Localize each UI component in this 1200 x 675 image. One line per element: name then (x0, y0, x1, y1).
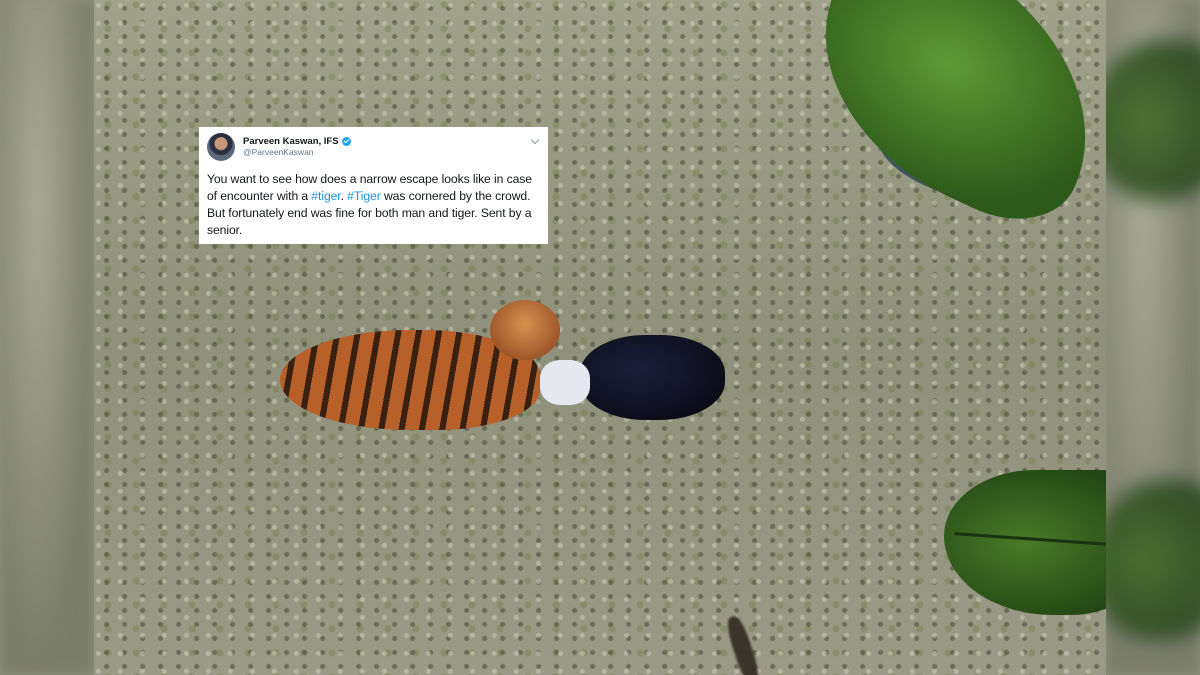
tweet-header: Parveen Kaswan, IFS @ParveenKaswan (207, 133, 540, 163)
blurred-left-border (0, 0, 94, 675)
blurred-right-border (1090, 0, 1200, 675)
tweet-text: You want to see how does a narrow escape… (207, 171, 540, 239)
blurred-leaf (1090, 40, 1200, 200)
man (540, 330, 730, 425)
avatar[interactable] (207, 133, 235, 161)
man-body (580, 335, 725, 420)
verified-icon (341, 137, 351, 146)
hashtag-tiger-capital[interactable]: #Tiger (347, 189, 381, 203)
tiger (280, 300, 570, 440)
tweet-author: Parveen Kaswan, IFS @ParveenKaswan (243, 136, 351, 158)
video-frame (94, 0, 1106, 675)
hashtag-tiger[interactable]: #tiger (311, 189, 340, 203)
blurred-leaf (1090, 480, 1200, 640)
handle[interactable]: @ParveenKaswan (243, 147, 351, 158)
stick (723, 613, 763, 675)
display-name[interactable]: Parveen Kaswan, IFS (243, 136, 339, 147)
chevron-down-icon[interactable] (530, 135, 540, 145)
tweet-card[interactable]: Parveen Kaswan, IFS @ParveenKaswan You w… (199, 127, 548, 244)
display-name-row: Parveen Kaswan, IFS (243, 136, 351, 147)
man-shirt (540, 360, 590, 405)
leaf-top-right (776, 0, 1106, 244)
